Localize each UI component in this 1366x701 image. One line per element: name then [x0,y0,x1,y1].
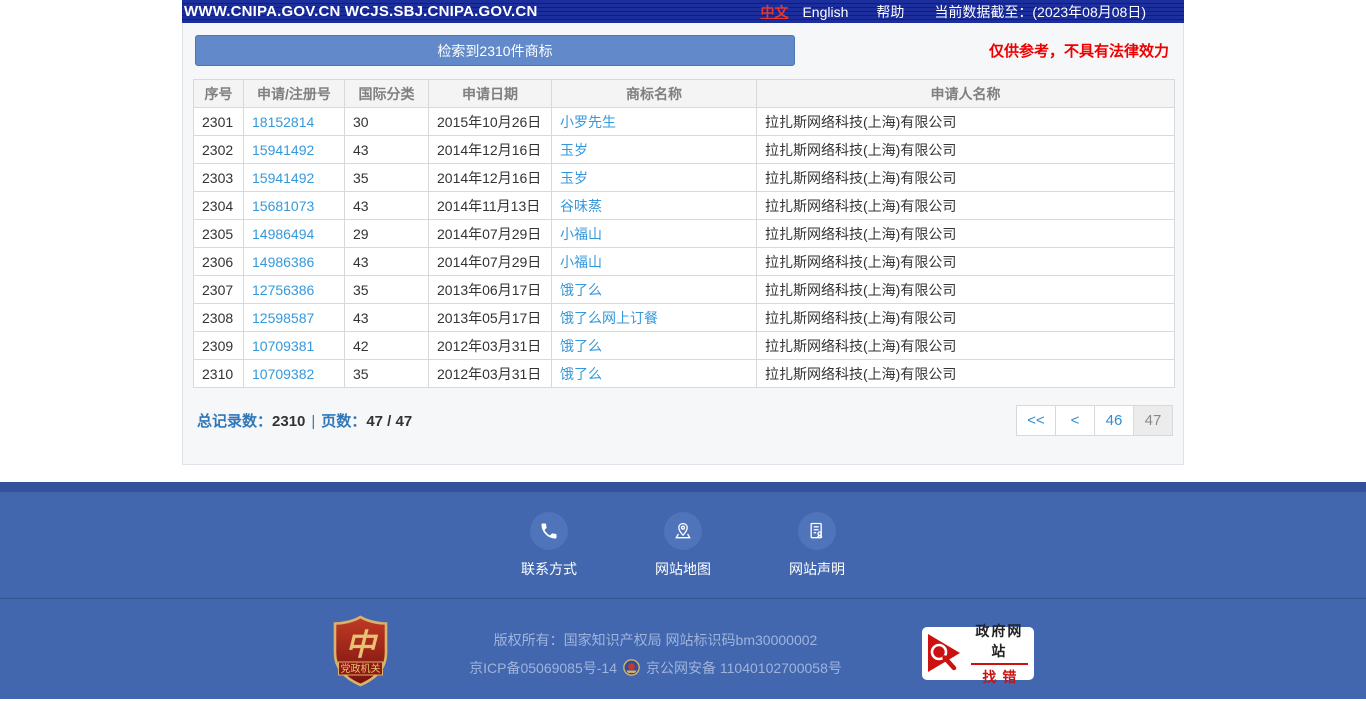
application-number-link[interactable]: 18152814 [252,114,314,130]
page-button[interactable]: < [1055,405,1095,436]
total-records-label: 总记录数： [197,413,272,430]
table-row: 230712756386352013年06月17日饿了么拉扎斯网络科技(上海)有… [194,276,1175,304]
footer-link-sitemap[interactable]: 网站地图 [655,512,711,579]
trademark-name-link[interactable]: 饿了么 [560,366,602,382]
icp-number: 京ICP备05069085号-14 [469,654,617,682]
result-count-button[interactable]: 检索到2310件商标 [195,35,795,66]
footer-link-contact[interactable]: 联系方式 [521,512,577,579]
result-bar: 检索到2310件商标 仅供参考，不具有法律效力 [193,35,1173,66]
gov-site-error-report-badge[interactable]: 政府网站 找错 [922,627,1034,680]
application-number-link[interactable]: 12598587 [252,310,314,326]
map-pin-icon [664,512,702,550]
pages-label: 页数： [321,413,366,430]
pager-buttons: <<<4647 [1017,405,1173,436]
error-badge-line2: 找错 [976,665,1022,687]
table-row: 230910709381422012年03月31日饿了么拉扎斯网络科技(上海)有… [194,332,1175,360]
help-link[interactable]: 帮助 [876,2,904,22]
svg-text:中: 中 [346,628,379,663]
lang-english-link[interactable]: English [802,4,848,20]
application-number-link[interactable]: 10709382 [252,366,314,382]
topbar-links: 中文 English 帮助 当前数据截至：(2023年08月08日) [760,2,1180,22]
trademark-name-link[interactable]: 玉岁 [560,170,588,186]
footer-link-statement-label: 网站声明 [789,559,845,579]
table-row: 230514986494292014年07月29日小福山拉扎斯网络科技(上海)有… [194,220,1175,248]
col-header-filing-date: 申请日期 [429,80,552,108]
footer-link-contact-label: 联系方式 [521,559,577,579]
page-column: WWW.CNIPA.GOV.CN WCJS.SBJ.CNIPA.GOV.CN 中… [182,0,1184,465]
trademark-name-link[interactable]: 饿了么 [560,338,602,354]
application-number-link[interactable]: 14986386 [252,254,314,270]
application-number-link[interactable]: 14986494 [252,226,314,242]
col-header-intl-class: 国际分类 [345,80,429,108]
police-registration-number: 京公网安备 11040102700058号 [646,654,842,682]
party-gov-shield-badge: 中 党政机关 [332,615,389,692]
record-stats: 总记录数：2310 | 页数：47 / 47 [197,410,412,431]
col-header-seq: 序号 [194,80,244,108]
table-row: 230315941492352014年12月16日玉岁拉扎斯网络科技(上海)有限… [194,164,1175,192]
footer-link-statement[interactable]: 网站声明 [789,512,845,579]
copyright-block: 版权所有：国家知识产权局 网站标识码bm30000002 京ICP备050690… [469,626,842,682]
application-number-link[interactable]: 15941492 [252,142,314,158]
lang-chinese-link[interactable]: 中文 [760,2,788,22]
pagination-bar: 总记录数：2310|页数：47 / 47 <<<4647 [193,405,1173,436]
trademark-name-link[interactable]: 小福山 [560,254,602,270]
table-row: 230415681073432014年11月13日谷味蒸拉扎斯网络科技(上海)有… [194,192,1175,220]
shield-badge-text: 党政机关 [341,662,381,675]
trademark-name-link[interactable]: 小福山 [560,226,602,242]
table-row: 230812598587432013年05月17日饿了么网上订餐拉扎斯网络科技(… [194,304,1175,332]
error-badge-line1: 政府网站 [971,621,1028,665]
page-button-current[interactable]: 47 [1133,405,1173,436]
trademark-results-table: 序号 申请/注册号 国际分类 申请日期 商标名称 申请人名称 230118152… [193,79,1175,388]
table-row: 231010709382352012年03月31日饿了么拉扎斯网络科技(上海)有… [194,360,1175,388]
footer: 联系方式 网站地图 网站声明 [0,482,1366,699]
application-number-link[interactable]: 15681073 [252,198,314,214]
document-icon [798,512,836,550]
table-row: 230118152814302015年10月26日小罗先生拉扎斯网络科技(上海)… [194,108,1175,136]
application-number-link[interactable]: 10709381 [252,338,314,354]
site-domains: WWW.CNIPA.GOV.CN WCJS.SBJ.CNIPA.GOV.CN [184,3,537,20]
footer-link-row: 联系方式 网站地图 网站声明 [0,492,1366,579]
table-row: 230614986386432014年07月29日小福山拉扎斯网络科技(上海)有… [194,248,1175,276]
col-header-trademark-name: 商标名称 [552,80,757,108]
table-row: 230215941492432014年12月16日玉岁拉扎斯网络科技(上海)有限… [194,136,1175,164]
legal-disclaimer: 仅供参考，不具有法律效力 [989,40,1169,61]
trademark-name-link[interactable]: 玉岁 [560,142,588,158]
footer-gap [0,465,1366,482]
application-number-link[interactable]: 12756386 [252,282,314,298]
page-button[interactable]: 46 [1094,405,1134,436]
copyright-line: 版权所有：国家知识产权局 网站标识码bm30000002 [469,626,842,654]
police-emblem-icon [623,659,640,676]
top-bar: WWW.CNIPA.GOV.CN WCJS.SBJ.CNIPA.GOV.CN 中… [182,0,1184,23]
stats-separator: | [311,413,315,430]
footer-link-sitemap-label: 网站地图 [655,559,711,579]
trademark-name-link[interactable]: 饿了么网上订餐 [560,310,658,326]
footer-bottom-row: 中 党政机关 版权所有：国家知识产权局 网站标识码bm30000002 京ICP… [0,599,1366,692]
col-header-application-no: 申请/注册号 [244,80,345,108]
trademark-name-link[interactable]: 谷味蒸 [560,198,602,214]
table-header-row: 序号 申请/注册号 国际分类 申请日期 商标名称 申请人名称 [194,80,1175,108]
trademark-name-link[interactable]: 饿了么 [560,282,602,298]
col-header-applicant-name: 申请人名称 [757,80,1175,108]
application-number-link[interactable]: 15941492 [252,170,314,186]
trademark-name-link[interactable]: 小罗先生 [560,114,616,130]
pages-value: 47 / 47 [366,413,412,430]
phone-icon [530,512,568,550]
data-cutoff-date: 当前数据截至：(2023年08月08日) [934,2,1180,22]
content-panel: 检索到2310件商标 仅供参考，不具有法律效力 序号 申请/注册号 国际分类 申… [182,23,1184,465]
magnifier-triangle-icon [926,632,966,676]
page-button[interactable]: << [1016,405,1056,436]
total-records-value: 2310 [272,413,305,430]
footer-top-strip [0,482,1366,492]
error-badge-text: 政府网站 找错 [971,621,1028,687]
